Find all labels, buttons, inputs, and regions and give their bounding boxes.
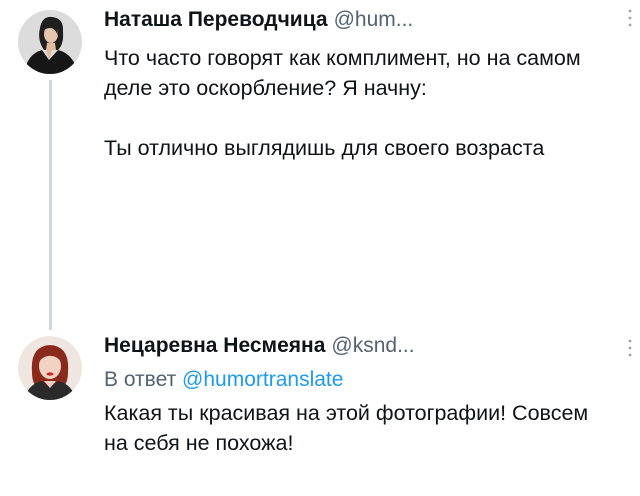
user-handle[interactable]: @ksnd... <box>331 334 414 358</box>
tweet[interactable]: Нецаревна Несмеяна @ksnd... В ответ @hum… <box>0 330 640 496</box>
tweet-header: Нецаревна Несмеяна @ksnd... <box>104 334 616 364</box>
tweet-text: Что часто говорят как комплимент, но на … <box>104 46 581 160</box>
tweet[interactable]: Наташа Переводчица @hum... Что часто гов… <box>0 0 640 330</box>
reply-prefix: В ответ <box>104 368 177 391</box>
avatar-photo <box>18 10 82 74</box>
more-vertical-icon[interactable] <box>620 336 640 360</box>
reply-context: В ответ @humortranslate <box>104 365 616 395</box>
display-name[interactable]: Наташа Переводчица <box>104 8 328 32</box>
thread-connector-line <box>49 80 52 330</box>
tweet-text: Какая ты красивая на этой фотографии! Со… <box>104 401 595 455</box>
tweet-header: Наташа Переводчица @hum... <box>104 8 616 38</box>
tweet-content: Нецаревна Несмеяна @ksnd... В ответ @hum… <box>104 334 616 458</box>
avatar[interactable] <box>18 336 82 400</box>
display-name[interactable]: Нецаревна Несмеяна <box>104 334 325 358</box>
avatar[interactable] <box>18 10 82 74</box>
avatar-photo <box>18 336 82 400</box>
reply-mention-link[interactable]: @humortranslate <box>182 368 343 391</box>
more-vertical-icon[interactable] <box>620 6 640 30</box>
user-handle[interactable]: @hum... <box>334 8 414 32</box>
tweet-content: Наташа Переводчица @hum... Что часто гов… <box>104 8 616 163</box>
